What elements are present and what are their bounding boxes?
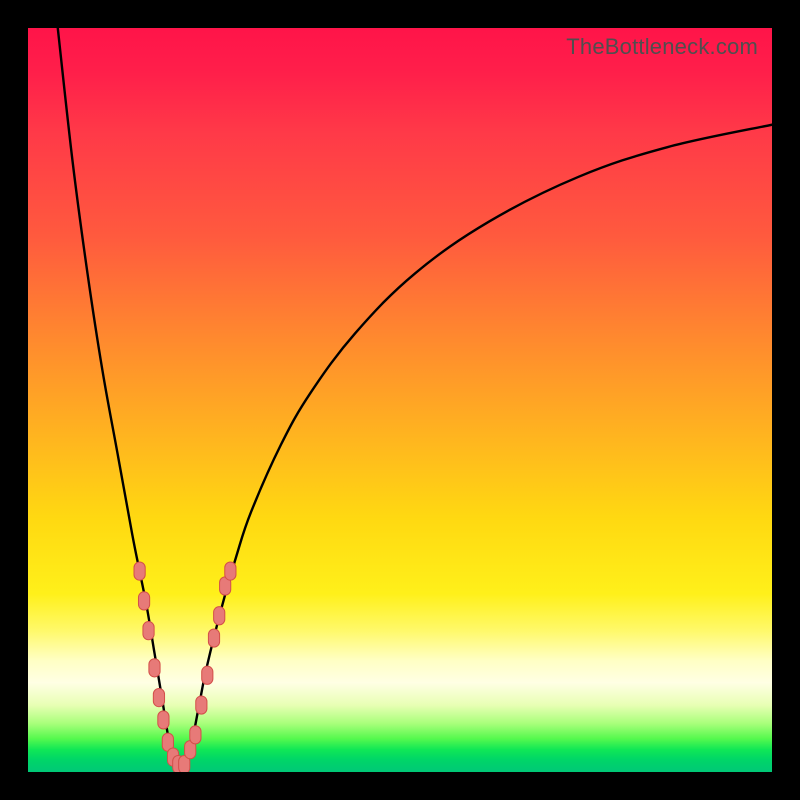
curve-marker bbox=[208, 629, 219, 647]
curve-marker bbox=[190, 726, 201, 744]
curve-marker bbox=[158, 711, 169, 729]
chart-frame: TheBottleneck.com bbox=[0, 0, 800, 800]
curve-marker bbox=[225, 562, 236, 580]
curve-marker bbox=[143, 622, 154, 640]
curve-marker bbox=[149, 659, 160, 677]
marker-layer bbox=[134, 562, 236, 772]
watermark-text: TheBottleneck.com bbox=[566, 34, 758, 60]
chart-svg bbox=[28, 28, 772, 772]
bottleneck-curve bbox=[58, 28, 772, 768]
curve-marker bbox=[134, 562, 145, 580]
curve-marker bbox=[138, 592, 149, 610]
curve-marker bbox=[214, 607, 225, 625]
curve-marker bbox=[153, 689, 164, 707]
plot-area: TheBottleneck.com bbox=[28, 28, 772, 772]
curve-marker bbox=[202, 666, 213, 684]
curve-layer bbox=[58, 28, 772, 768]
curve-marker bbox=[196, 696, 207, 714]
